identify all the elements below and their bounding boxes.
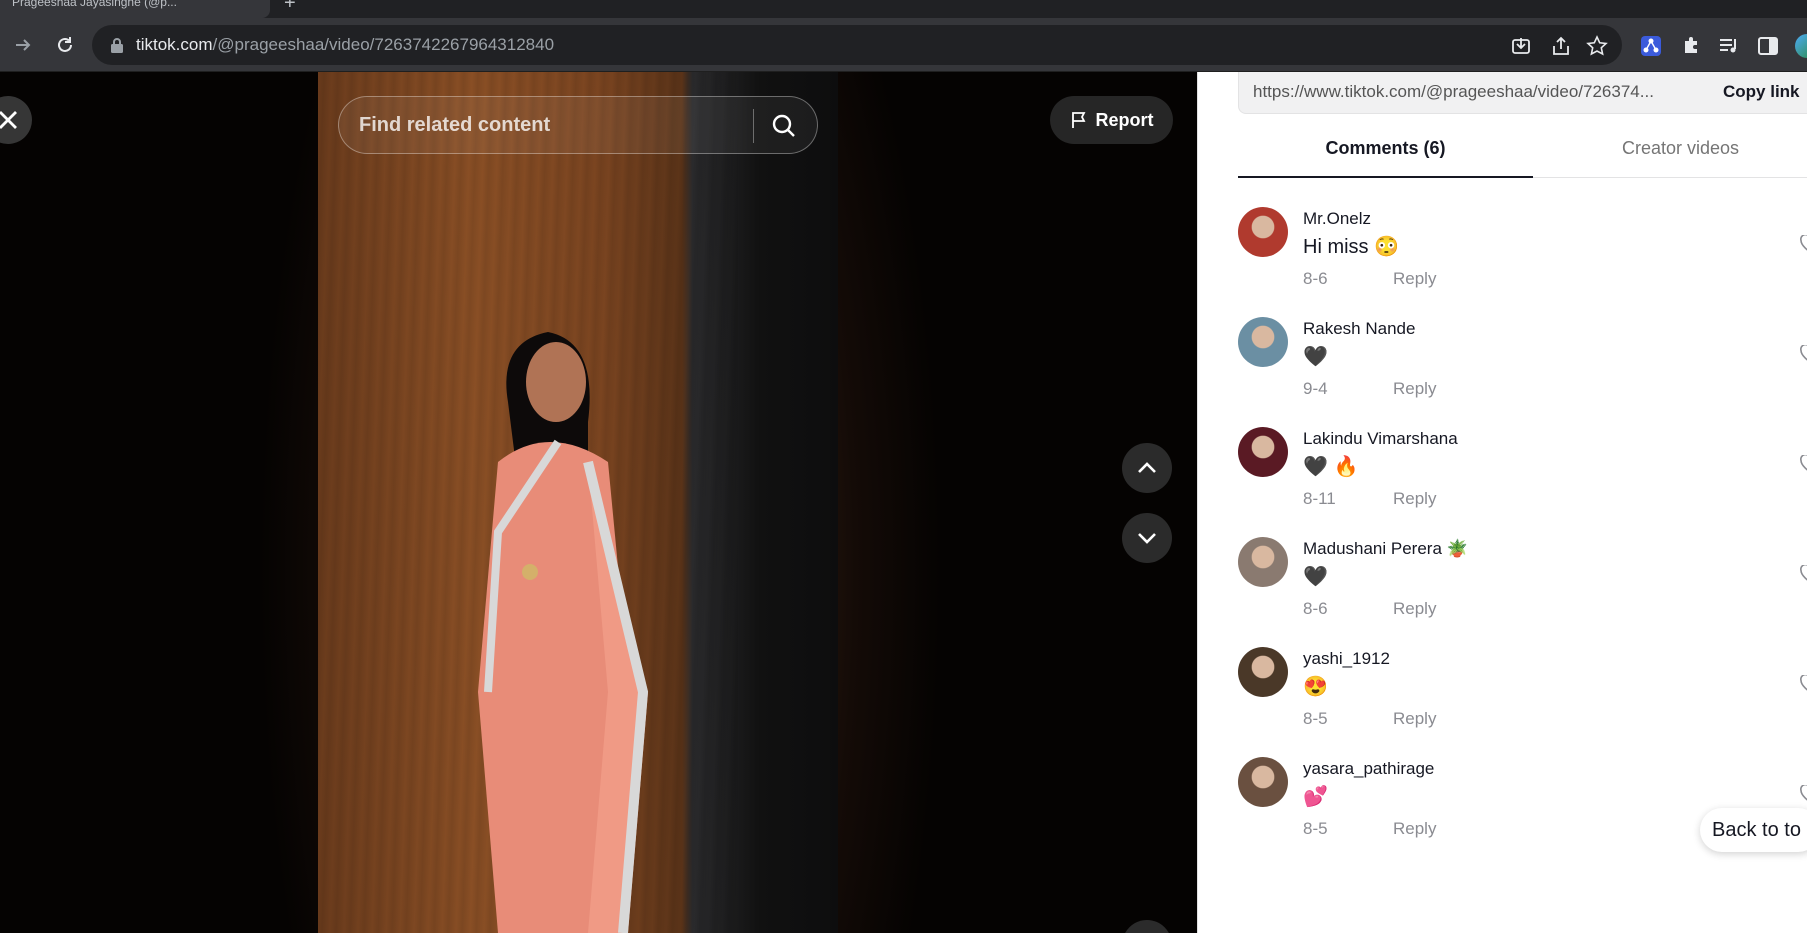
heart-icon[interactable] xyxy=(1800,785,1807,803)
comment-date: 8-5 xyxy=(1303,819,1328,838)
avatar[interactable] xyxy=(1238,757,1288,807)
extension-graph-icon[interactable] xyxy=(1640,35,1662,57)
comment-username[interactable]: yasara_pathirage xyxy=(1303,759,1434,779)
reply-button[interactable]: Reply xyxy=(1393,269,1436,289)
search-icon[interactable] xyxy=(767,109,801,143)
reply-button[interactable]: Reply xyxy=(1393,819,1436,839)
comment-username[interactable]: Lakindu Vimarshana xyxy=(1303,429,1458,449)
comment-item: Rakesh Nande 🖤 9-4 Reply xyxy=(1238,317,1807,417)
search-divider xyxy=(753,109,754,143)
tab-creator-videos[interactable]: Creator videos xyxy=(1533,128,1807,178)
lock-icon[interactable] xyxy=(110,37,124,53)
heart-icon[interactable] xyxy=(1800,565,1807,583)
comment-date: 8-11 xyxy=(1303,489,1336,508)
find-related-search[interactable]: Find related content xyxy=(338,96,818,154)
comment-item: Mr.Onelz Hi miss 😳 8-6 Reply xyxy=(1238,207,1807,307)
comment-text: 🖤 xyxy=(1303,566,1328,588)
tab-comments[interactable]: Comments (6) xyxy=(1238,128,1533,178)
address-bar[interactable]: tiktok.com/@prageeshaa/video/72637422679… xyxy=(92,25,1622,65)
search-placeholder: Find related content xyxy=(359,114,551,136)
report-button[interactable]: Report xyxy=(1050,96,1173,144)
tab-title: Prageeshaa Jayasinghe (@p... xyxy=(12,0,177,9)
next-video-button[interactable] xyxy=(1122,513,1172,563)
avatar[interactable] xyxy=(1238,427,1288,477)
share-url: https://www.tiktok.com/@prageeshaa/video… xyxy=(1253,82,1654,101)
avatar[interactable] xyxy=(1238,207,1288,257)
avatar[interactable] xyxy=(1238,317,1288,367)
heart-icon[interactable] xyxy=(1800,235,1807,253)
comment-text: 💕 xyxy=(1303,786,1328,808)
reply-button[interactable]: Reply xyxy=(1393,709,1436,729)
reply-button[interactable]: Reply xyxy=(1393,379,1436,399)
browser-tab[interactable]: Prageeshaa Jayasinghe (@p... × xyxy=(0,0,270,18)
install-icon[interactable] xyxy=(1510,35,1532,57)
comment-date: 8-6 xyxy=(1303,269,1328,288)
flag-icon xyxy=(1071,112,1085,128)
profile-avatar[interactable] xyxy=(1795,34,1807,58)
report-label: Report xyxy=(1095,109,1154,130)
bookmark-star-icon[interactable] xyxy=(1586,35,1608,57)
browser-toolbar: tiktok.com/@prageeshaa/video/72637422679… xyxy=(0,18,1807,72)
comment-date: 8-5 xyxy=(1303,709,1328,728)
back-to-top-button[interactable]: Back to to xyxy=(1700,808,1807,852)
copy-link-button[interactable]: Copy link xyxy=(1723,82,1800,102)
share-icon[interactable] xyxy=(1550,35,1572,57)
comment-text: 🖤 xyxy=(1303,346,1328,368)
url-text: tiktok.com/@prageeshaa/video/72637422679… xyxy=(136,35,555,54)
media-queue-icon[interactable] xyxy=(1718,35,1740,57)
chevron-up-icon xyxy=(1138,462,1156,473)
forward-icon[interactable] xyxy=(8,30,38,60)
comment-text: 😍 xyxy=(1303,676,1328,698)
comment-item: Madushani Perera 🪴 🖤 8-6 Reply xyxy=(1238,537,1807,637)
new-tab-icon[interactable]: + xyxy=(284,0,296,15)
comment-date: 9-4 xyxy=(1303,379,1328,398)
heart-icon[interactable] xyxy=(1800,345,1807,363)
comment-item: Lakindu Vimarshana 🖤 🔥 8-11 Reply xyxy=(1238,427,1807,527)
comment-text: Hi miss 😳 xyxy=(1303,236,1400,258)
comment-date: 8-6 xyxy=(1303,599,1328,618)
comment-username[interactable]: Rakesh Nande xyxy=(1303,319,1415,339)
heart-icon[interactable] xyxy=(1800,675,1807,693)
share-link-row: https://www.tiktok.com/@prageeshaa/video… xyxy=(1238,72,1807,114)
comments-panel: https://www.tiktok.com/@prageeshaa/video… xyxy=(1197,72,1807,933)
heart-icon[interactable] xyxy=(1800,455,1807,473)
avatar[interactable] xyxy=(1238,537,1288,587)
comment-username[interactable]: Madushani Perera 🪴 xyxy=(1303,539,1468,559)
avatar[interactable] xyxy=(1238,647,1288,697)
side-panel-icon[interactable] xyxy=(1757,35,1779,57)
tab-strip: Prageeshaa Jayasinghe (@p... × + xyxy=(0,0,1807,18)
previous-video-button[interactable] xyxy=(1122,443,1172,493)
chevron-down-icon xyxy=(1138,533,1156,544)
reload-icon[interactable] xyxy=(50,30,80,60)
comment-username[interactable]: Mr.Onelz xyxy=(1303,209,1371,229)
comment-username[interactable]: yashi_1912 xyxy=(1303,649,1390,669)
video-player[interactable] xyxy=(318,72,838,933)
reply-button[interactable]: Reply xyxy=(1393,489,1436,509)
reply-button[interactable]: Reply xyxy=(1393,599,1436,619)
video-stage: Find related content Report xyxy=(0,72,1197,933)
video-subject-figure xyxy=(478,332,649,933)
panel-tabs: Comments (6) Creator videos xyxy=(1238,128,1807,178)
comment-text: 🖤 🔥 xyxy=(1303,456,1359,478)
extensions-puzzle-icon[interactable] xyxy=(1680,35,1702,57)
comment-item: yashi_1912 😍 8-5 Reply xyxy=(1238,647,1807,747)
